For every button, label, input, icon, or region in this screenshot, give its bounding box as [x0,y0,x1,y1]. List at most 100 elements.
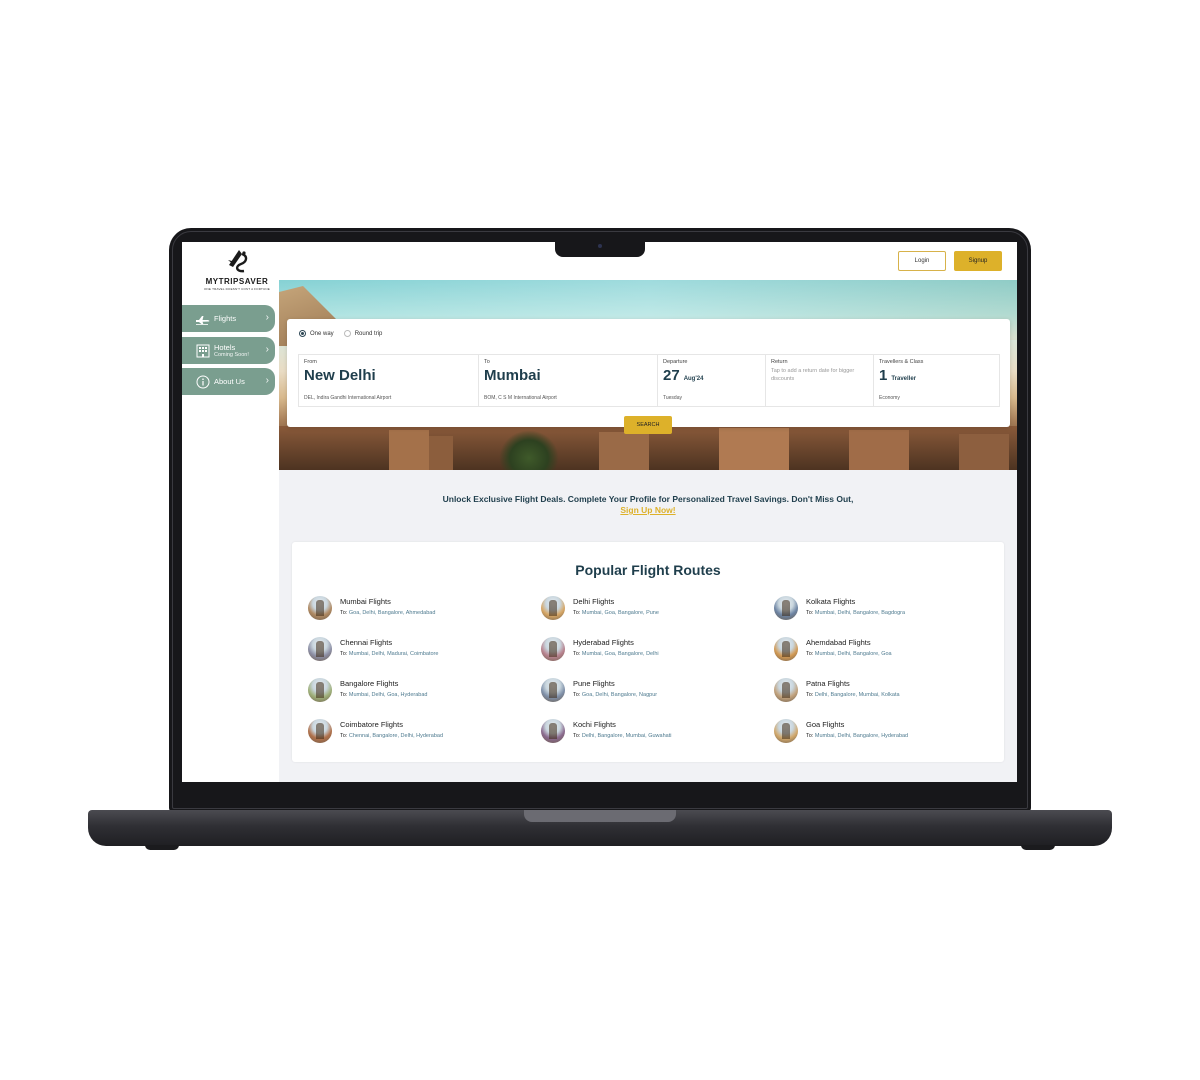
destination-list: Mumbai, Delhi, Madurai, Coimbatore [348,651,439,657]
route-destinations: To: Delhi, Bangalore, Mumbai, Guwahati [573,732,671,740]
route-name: Hyderabad Flights [573,638,634,647]
travellers-caption: Travellers & Class [879,359,924,365]
city-thumbnail [541,719,565,743]
from-city: New Delhi [304,367,376,384]
route-destinations: To: Delhi, Bangalore, Mumbai, Kolkata [806,691,900,699]
route-item[interactable]: Patna Flights To: Delhi, Bangalore, Mumba… [774,678,900,702]
route-name: Mumbai Flights [340,597,391,606]
city-thumbnail [308,596,332,620]
route-destinations: To: Mumbai, Delhi, Bangalore, Hyderabad [806,732,908,740]
to-prefix: To: [806,610,814,616]
to-prefix: To: [340,692,348,698]
destination-list: Goa, Delhi, Bangalore, Ahmedabad [348,610,436,616]
promo-banner: Unlock Exclusive Flight Deals. Complete … [279,494,1017,516]
city-thumbnail [774,719,798,743]
to-prefix: To: [573,610,581,616]
radio-selected-icon [299,330,306,337]
city-thumbnail [541,596,565,620]
travellers-field[interactable]: Travellers & Class 1 Traveller Economy [874,355,999,406]
to-airport: BOM, C S M International Airport [484,395,557,401]
destination-list: Chennai, Bangalore, Delhi, Hyderabad [348,733,444,739]
popular-routes-title: Popular Flight Routes [575,562,721,578]
popular-routes-card: Popular Flight Routes Mumbai Flights To: … [292,542,1004,762]
return-field[interactable]: Return Tap to add a return date for bigg… [766,355,874,406]
travel-class: Economy [879,395,900,401]
route-destinations: To: Chennai, Bangalore, Delhi, Hyderabad [340,732,443,740]
route-item[interactable]: Mumbai Flights To: Goa, Delhi, Bangalore,… [308,596,435,620]
city-thumbnail [774,596,798,620]
sidebar-item-label: Flights [214,314,237,323]
route-item[interactable]: Chennai Flights To: Mumbai, Delhi, Madura… [308,637,438,661]
to-prefix: To: [340,733,348,739]
search-button[interactable]: SEARCH [624,416,672,434]
search-fields: From New Delhi DEL, Indira Gandhi Intern… [298,354,1000,407]
route-name: Coimbatore Flights [340,720,403,729]
route-item[interactable]: Ahemdabad Flights To: Mumbai, Delhi, Bang… [774,637,892,661]
login-button[interactable]: Login [898,251,946,271]
route-destinations: To: Mumbai, Delhi, Madurai, Coimbatore [340,650,438,658]
trip-type-round-trip[interactable]: Round trip [343,330,382,337]
destination-list: Mumbai, Delhi, Bangalore, Hyderabad [814,733,909,739]
route-name: Bangalore Flights [340,679,399,688]
departure-day: 27 [663,367,680,384]
signup-button[interactable]: Signup [954,251,1002,271]
route-item[interactable]: Kolkata Flights To: Mumbai, Delhi, Bangal… [774,596,905,620]
city-thumbnail [774,637,798,661]
route-item[interactable]: Goa Flights To: Mumbai, Delhi, Bangalore,… [774,719,908,743]
route-name: Goa Flights [806,720,845,729]
sign-up-now-link[interactable]: Sign Up Now! [279,505,1017,516]
sidebar: MYTRIPSAVER ONE TRAVEL DOESN'T COST A FO… [182,242,279,782]
laptop-screen: MYTRIPSAVER ONE TRAVEL DOESN'T COST A FO… [182,242,1017,782]
sidebar-item-about[interactable]: About Us › [182,368,275,395]
chevron-right-icon: › [265,344,269,355]
to-caption: To [484,359,490,365]
to-prefix: To: [340,651,348,657]
sidebar-item-title: Hotels [214,342,236,352]
to-prefix: To: [573,733,581,739]
logo-mark-icon [228,250,248,273]
from-caption: From [304,359,317,365]
route-destinations: To: Goa, Delhi, Bangalore, Ahmedabad [340,609,435,617]
route-item[interactable]: Hyderabad Flights To: Mumbai, Goa, Bangal… [541,637,659,661]
city-thumbnail [308,678,332,702]
route-destinations: To: Mumbai, Delhi, Goa, Hyderabad [340,691,427,699]
city-thumbnail [541,678,565,702]
route-item[interactable]: Delhi Flights To: Mumbai, Goa, Bangalore,… [541,596,659,620]
route-item[interactable]: Pune Flights To: Goa, Delhi, Bangalore, N… [541,678,657,702]
to-prefix: To: [340,610,348,616]
from-field[interactable]: From New Delhi DEL, Indira Gandhi Intern… [299,355,479,406]
to-field[interactable]: To Mumbai BOM, C S M International Airpo… [479,355,658,406]
coming-soon-label: Coming Soon! [214,351,249,358]
trip-type-one-way[interactable]: One way [299,330,334,337]
route-destinations: To: Mumbai, Delhi, Bangalore, Goa [806,650,892,658]
traveller-count: 1 [879,367,888,384]
destination-list: Mumbai, Goa, Bangalore, Pune [581,610,659,616]
destination-list: Delhi, Bangalore, Mumbai, Kolkata [814,692,900,698]
brand-name: MYTRIPSAVER [205,277,269,286]
flight-search-card: One way Round trip From New Delhi DEL, I… [287,319,1010,427]
info-icon [193,374,213,390]
to-prefix: To: [806,692,814,698]
main-content: Unlock Exclusive Flight Deals. Complete … [279,470,1017,782]
sidebar-item-flights[interactable]: Flights › [182,305,275,332]
sidebar-item-hotels[interactable]: Hotels Coming Soon! › [182,337,275,364]
to-prefix: To: [806,651,814,657]
route-item[interactable]: Bangalore Flights To: Mumbai, Delhi, Goa,… [308,678,427,702]
city-thumbnail [308,637,332,661]
laptop-foot-left [145,845,179,850]
city-thumbnail [541,637,565,661]
city-thumbnail [774,678,798,702]
destination-list: Mumbai, Delhi, Goa, Hyderabad [348,692,428,698]
departure-field[interactable]: Departure 27 Aug'24 Tuesday [658,355,766,406]
chevron-right-icon: › [265,375,269,386]
to-prefix: To: [573,651,581,657]
promo-text: Unlock Exclusive Flight Deals. Complete … [442,494,854,504]
return-hint: Tap to add a return date for bigger disc… [771,368,855,382]
laptop-groove [524,810,676,822]
from-airport: DEL, Indira Gandhi International Airport [304,395,392,401]
departure-caption: Departure [663,359,688,365]
brand-logo[interactable]: MYTRIPSAVER ONE TRAVEL DOESN'T COST A FO… [197,248,277,291]
route-name: Chennai Flights [340,638,393,647]
route-item[interactable]: Coimbatore Flights To: Chennai, Bangalore… [308,719,443,743]
route-item[interactable]: Kochi Flights To: Delhi, Bangalore, Mumba… [541,719,671,743]
